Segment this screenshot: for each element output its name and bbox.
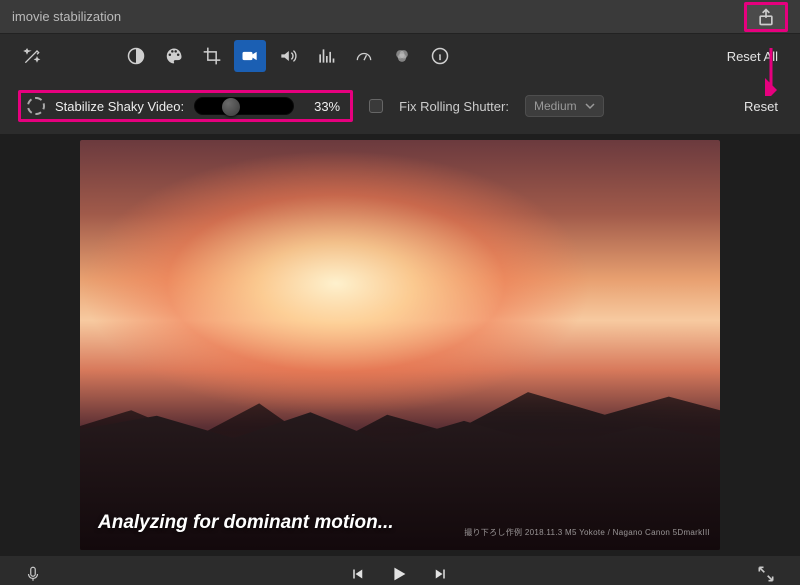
rolling-shutter-value: Medium — [534, 99, 577, 113]
color-filter-button[interactable] — [386, 40, 418, 72]
video-viewer[interactable]: Analyzing for dominant motion... 撮り下ろし作例… — [80, 140, 720, 550]
crop-icon — [202, 46, 222, 66]
color-balance-button[interactable] — [120, 40, 152, 72]
palette-icon — [164, 46, 184, 66]
microphone-icon — [24, 565, 42, 583]
crop-button[interactable] — [196, 40, 228, 72]
fullscreen-button[interactable] — [756, 564, 776, 585]
share-icon — [756, 7, 776, 27]
skip-next-icon — [432, 565, 450, 583]
reset-button[interactable]: Reset — [744, 99, 782, 114]
rolling-shutter-label: Fix Rolling Shutter: — [399, 99, 509, 114]
color-correction-button[interactable] — [158, 40, 190, 72]
play-icon — [388, 563, 410, 585]
noise-eq-button[interactable] — [310, 40, 342, 72]
video-metadata-text: 撮り下ろし作例 2018.11.3 M5 Yokote / Nagano Can… — [464, 527, 710, 538]
prev-frame-button[interactable] — [348, 565, 366, 585]
stabilize-label: Stabilize Shaky Video: — [55, 99, 184, 114]
expand-icon — [756, 564, 776, 584]
stabilize-slider[interactable] — [194, 97, 294, 115]
speedometer-icon — [354, 46, 374, 66]
chevron-down-icon — [585, 101, 595, 111]
stabilize-value: 33% — [304, 99, 340, 114]
next-frame-button[interactable] — [432, 565, 450, 585]
magic-wand-icon — [22, 46, 42, 66]
stabilization-panel: Stabilize Shaky Video: 33% Fix Rolling S… — [0, 78, 800, 134]
transport-controls — [348, 563, 450, 585]
bottom-bar — [0, 556, 800, 585]
stabilize-group: Stabilize Shaky Video: 33% — [18, 90, 353, 122]
volume-button[interactable] — [272, 40, 304, 72]
speed-button[interactable] — [348, 40, 380, 72]
title-bar: imovie stabilization — [0, 0, 800, 34]
overlap-circles-icon — [392, 46, 412, 66]
info-button[interactable] — [424, 40, 456, 72]
color-balance-icon — [126, 46, 146, 66]
magic-wand-button[interactable] — [16, 40, 48, 72]
window-title: imovie stabilization — [12, 9, 121, 24]
skip-prev-icon — [348, 565, 366, 583]
reset-all-button[interactable]: Reset All — [727, 49, 778, 64]
info-icon — [430, 46, 450, 66]
stabilization-tab-button[interactable] — [234, 40, 266, 72]
rolling-shutter-dropdown[interactable]: Medium — [525, 95, 604, 117]
rolling-shutter-checkbox[interactable] — [369, 99, 383, 113]
share-area — [744, 2, 788, 32]
progress-spinner-icon — [27, 97, 45, 115]
equalizer-icon — [316, 46, 336, 66]
analysis-status-text: Analyzing for dominant motion... — [98, 512, 394, 534]
share-button[interactable] — [744, 2, 788, 32]
inspector-toolbar: Reset All — [0, 34, 800, 78]
videocam-icon — [240, 46, 260, 66]
play-button[interactable] — [388, 563, 410, 585]
volume-icon — [278, 46, 298, 66]
stabilize-slider-thumb[interactable] — [222, 98, 240, 116]
voiceover-mic-button[interactable] — [24, 565, 42, 585]
